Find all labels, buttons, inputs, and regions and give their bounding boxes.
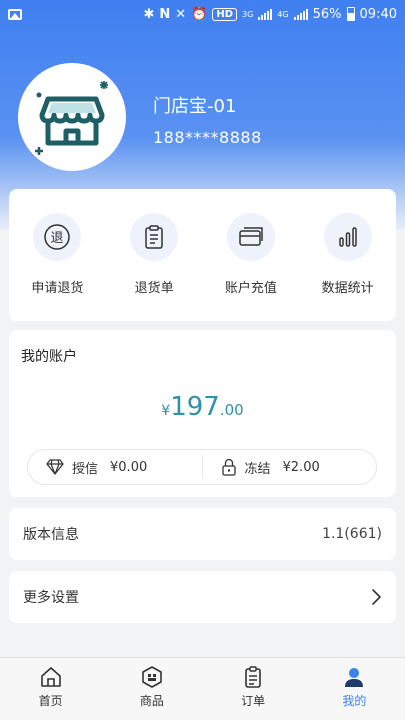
version-label: 版本信息: [23, 527, 79, 543]
tab-label: 订单: [241, 694, 266, 708]
quick-action-label: 数据统计: [321, 281, 374, 296]
chevron-right-icon: [372, 589, 381, 605]
document-icon: [145, 225, 163, 249]
bar-chart-icon: [338, 227, 357, 247]
account-title: 我的账户: [21, 349, 77, 365]
return-icon: 退: [44, 224, 71, 250]
balance-decimal: .00: [219, 401, 244, 419]
version-value: 1.1(661): [322, 526, 382, 542]
quick-actions-card: 退 申请退货 退货单 账户充值 数据统计: [9, 189, 396, 321]
tab-label: 首页: [38, 694, 63, 708]
svg-text:退: 退: [51, 231, 64, 246]
credit-item[interactable]: 授信 ¥0.00: [28, 458, 202, 477]
settings-label: 更多设置: [23, 590, 79, 606]
image-icon: [8, 8, 22, 20]
tab-mine[interactable]: 我的: [304, 658, 405, 720]
nfc-icon: N: [159, 6, 171, 22]
tab-products[interactable]: 商品: [101, 658, 202, 720]
battery-icon: [346, 7, 355, 21]
signal-4g-icon: [293, 8, 308, 20]
battery-percent: 56%: [312, 6, 342, 22]
credit-label: 授信: [72, 461, 99, 477]
frozen-item[interactable]: 冻结 ¥2.00: [203, 458, 377, 477]
account-details-pill: 授信 ¥0.00 冻结 ¥2.00: [27, 449, 377, 485]
avatar[interactable]: [18, 63, 126, 171]
product-icon: [142, 666, 162, 688]
hd-badge: HD: [212, 7, 238, 21]
quick-action-recharge[interactable]: 账户充值: [203, 189, 300, 321]
store-name: 门店宝-01: [153, 96, 237, 117]
bluetooth-icon: ✱: [143, 6, 155, 22]
tab-orders[interactable]: 订单: [203, 658, 304, 720]
phone-number: 188****8888: [153, 128, 262, 147]
balance-currency: ¥: [161, 403, 171, 419]
bar-chart-icon-wrap: [323, 213, 372, 261]
balance-integer: 197: [170, 392, 220, 422]
credit-value: ¥0.00: [110, 459, 148, 475]
quick-action-return-request[interactable]: 退 申请退货: [9, 189, 106, 321]
lock-icon: [221, 458, 236, 476]
home-icon: [40, 667, 61, 687]
quick-action-label: 申请退货: [31, 281, 84, 296]
account-balance: ¥197.00: [9, 392, 396, 422]
return-icon-wrap: 退: [33, 213, 82, 261]
order-icon: [245, 666, 261, 688]
network-4g-label: 4G: [277, 9, 289, 19]
tab-label: 我的: [342, 694, 367, 708]
store-icon: [35, 81, 108, 155]
quick-action-label: 账户充值: [224, 281, 277, 296]
card-icon-wrap: [226, 213, 275, 261]
clock: 09:40: [359, 6, 397, 22]
document-icon-wrap: [130, 213, 179, 261]
frozen-label: 冻结: [244, 461, 271, 477]
status-bar: ✱ N ✕ ⏰ HD 3G 4G 56% 09:40: [0, 0, 405, 28]
version-info-row[interactable]: 版本信息 1.1(661): [9, 508, 396, 560]
more-settings-row[interactable]: 更多设置: [9, 571, 396, 623]
alarm-icon: ⏰: [191, 6, 208, 22]
signal-3g-icon: [258, 8, 273, 20]
diamond-icon: [46, 459, 64, 475]
tab-label: 商品: [139, 694, 164, 708]
account-card: 我的账户 ¥197.00 授信 ¥0.00 冻结 ¥2.00: [9, 330, 396, 497]
quick-action-return-orders[interactable]: 退货单: [106, 189, 203, 321]
network-3g-label: 3G: [242, 9, 254, 19]
bottom-tab-bar: 首页 商品 订单 我的: [0, 657, 405, 720]
quick-action-label: 退货单: [134, 281, 174, 296]
tab-home[interactable]: 首页: [0, 658, 101, 720]
quick-action-statistics[interactable]: 数据统计: [299, 189, 396, 321]
frozen-value: ¥2.00: [282, 459, 320, 475]
card-icon: [239, 227, 263, 246]
mute-icon: ✕: [175, 6, 187, 22]
user-icon: [345, 668, 364, 687]
